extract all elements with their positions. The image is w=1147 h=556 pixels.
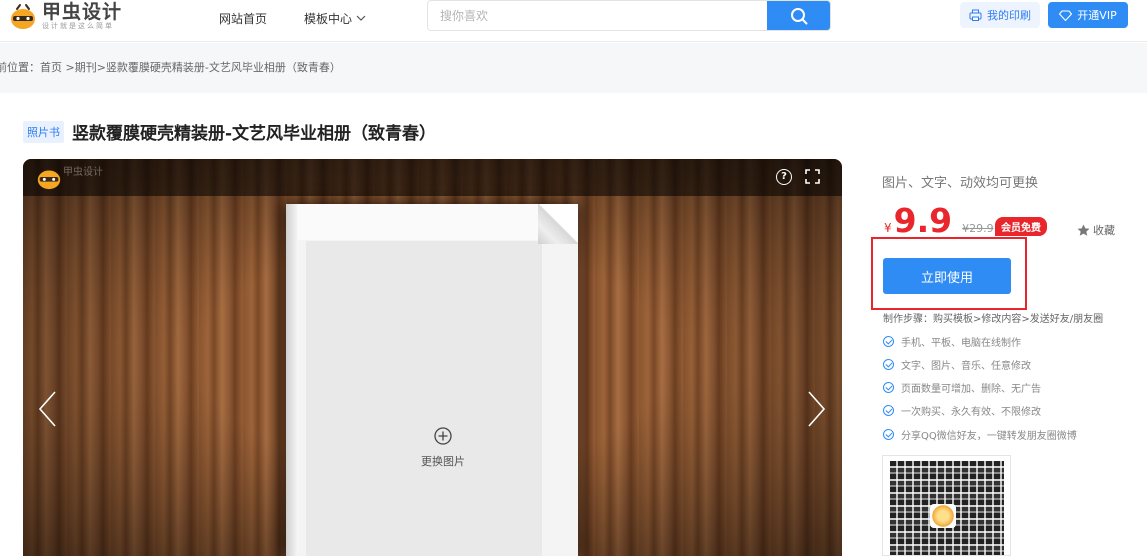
feature-text: 分享QQ微信好友，一键转发朋友圈微博 bbox=[901, 431, 1077, 442]
check-circle-icon bbox=[883, 359, 894, 370]
feature-text: 页面数量可增加、删除、无广告 bbox=[901, 384, 1041, 395]
favorite-button[interactable]: 收藏 bbox=[1077, 222, 1115, 238]
beetle-logo-icon bbox=[11, 4, 35, 29]
preview-toolbar: 甲虫设计 ? bbox=[23, 159, 842, 196]
open-vip-label: 开通VIP bbox=[1077, 9, 1117, 22]
photo-slot[interactable]: 更换图片 bbox=[306, 241, 542, 556]
logo-text: 甲虫设计 bbox=[42, 1, 123, 23]
use-now-button[interactable]: 立即使用 bbox=[883, 258, 1011, 294]
check-circle-icon bbox=[883, 405, 894, 416]
feature-text: 一次购买、永久有效、不限修改 bbox=[901, 407, 1041, 418]
search-button[interactable] bbox=[767, 1, 830, 30]
feature-item: 文字、图片、音乐、任意修改 bbox=[883, 357, 1031, 372]
help-icon[interactable]: ? bbox=[776, 169, 792, 185]
product-description: 图片、文字、动效均可更换 bbox=[882, 176, 1039, 191]
page-title: 竖款覆膜硬壳精装册-文艺风毕业相册（致青春） bbox=[72, 124, 437, 144]
beetle-logo-icon bbox=[37, 170, 61, 190]
nav-template-center-label: 模板中心 bbox=[304, 12, 353, 26]
product-title-row: 照片书 竖款覆膜硬壳精装册-文艺风毕业相册（致青春） bbox=[23, 119, 436, 144]
printer-icon bbox=[969, 9, 982, 21]
feature-item: 页面数量可增加、删除、无广告 bbox=[883, 380, 1041, 395]
feature-item: 手机、平板、电脑在线制作 bbox=[883, 334, 1021, 349]
nav-template-center[interactable]: 模板中心 bbox=[304, 10, 366, 27]
preview-watermark: 甲虫设计 bbox=[63, 167, 103, 178]
current-price: 9.9 bbox=[893, 201, 953, 240]
feature-item: 一次购买、永久有效、不限修改 bbox=[883, 403, 1041, 418]
album-spine bbox=[286, 204, 298, 556]
original-price: ¥29.9 bbox=[962, 222, 994, 235]
prev-page-arrow-icon[interactable] bbox=[35, 389, 61, 429]
check-circle-icon bbox=[883, 382, 894, 393]
logo-slogan: 设计就是这么简单 bbox=[42, 22, 114, 30]
page-curl bbox=[538, 204, 578, 244]
category-tag: 照片书 bbox=[23, 120, 64, 143]
currency-symbol: ¥ bbox=[884, 221, 892, 235]
chevron-down-icon bbox=[356, 15, 366, 21]
search-bar bbox=[427, 0, 831, 31]
my-print-label: 我的印刷 bbox=[987, 9, 1031, 22]
open-vip-button[interactable]: 开通VIP bbox=[1048, 2, 1128, 28]
my-print-button[interactable]: 我的印刷 bbox=[960, 2, 1040, 28]
check-circle-icon bbox=[883, 336, 894, 347]
diamond-icon bbox=[1059, 9, 1073, 21]
top-header: 甲虫设计 设计就是这么简单 网站首页 模板中心 我的印刷 开通VIP bbox=[0, 0, 1147, 42]
template-preview[interactable]: 甲虫设计 ? 更换图片 bbox=[23, 159, 842, 556]
album-header-strip bbox=[298, 204, 578, 240]
replace-image-control[interactable]: 更换图片 bbox=[403, 427, 483, 469]
breadcrumb[interactable]: 前位置：首页 >期刊>竖款覆膜硬壳精装册-文艺风毕业相册（致青春） bbox=[0, 59, 341, 75]
price-row: ¥ 9.9 ¥29.9 bbox=[884, 203, 994, 239]
breadcrumb-band: 前位置：首页 >期刊>竖款覆膜硬壳精装册-文艺风毕业相册（致青春） bbox=[0, 43, 1147, 93]
making-steps: 制作步骤：购买模板>修改内容>发送好友/朋友圈 bbox=[883, 314, 1104, 325]
nav-home[interactable]: 网站首页 bbox=[219, 10, 267, 27]
qr-code bbox=[882, 455, 1011, 556]
check-circle-icon bbox=[883, 429, 894, 440]
search-input[interactable] bbox=[428, 1, 768, 30]
fullscreen-icon[interactable] bbox=[805, 169, 820, 184]
feature-item: 分享QQ微信好友，一键转发朋友圈微博 bbox=[883, 427, 1077, 442]
favorite-label: 收藏 bbox=[1093, 224, 1115, 237]
site-logo[interactable]: 甲虫设计 设计就是这么简单 bbox=[8, 2, 122, 30]
feature-text: 手机、平板、电脑在线制作 bbox=[901, 338, 1021, 349]
album-page: 更换图片 bbox=[286, 204, 578, 556]
plus-circle-icon bbox=[434, 427, 452, 445]
next-page-arrow-icon[interactable] bbox=[803, 389, 829, 429]
search-icon bbox=[790, 7, 807, 24]
replace-image-label: 更换图片 bbox=[421, 455, 465, 468]
qr-center-logo bbox=[930, 504, 956, 528]
star-icon bbox=[1077, 224, 1090, 236]
feature-text: 文字、图片、音乐、任意修改 bbox=[901, 361, 1031, 372]
member-free-badge: 会员免费 bbox=[995, 217, 1047, 236]
